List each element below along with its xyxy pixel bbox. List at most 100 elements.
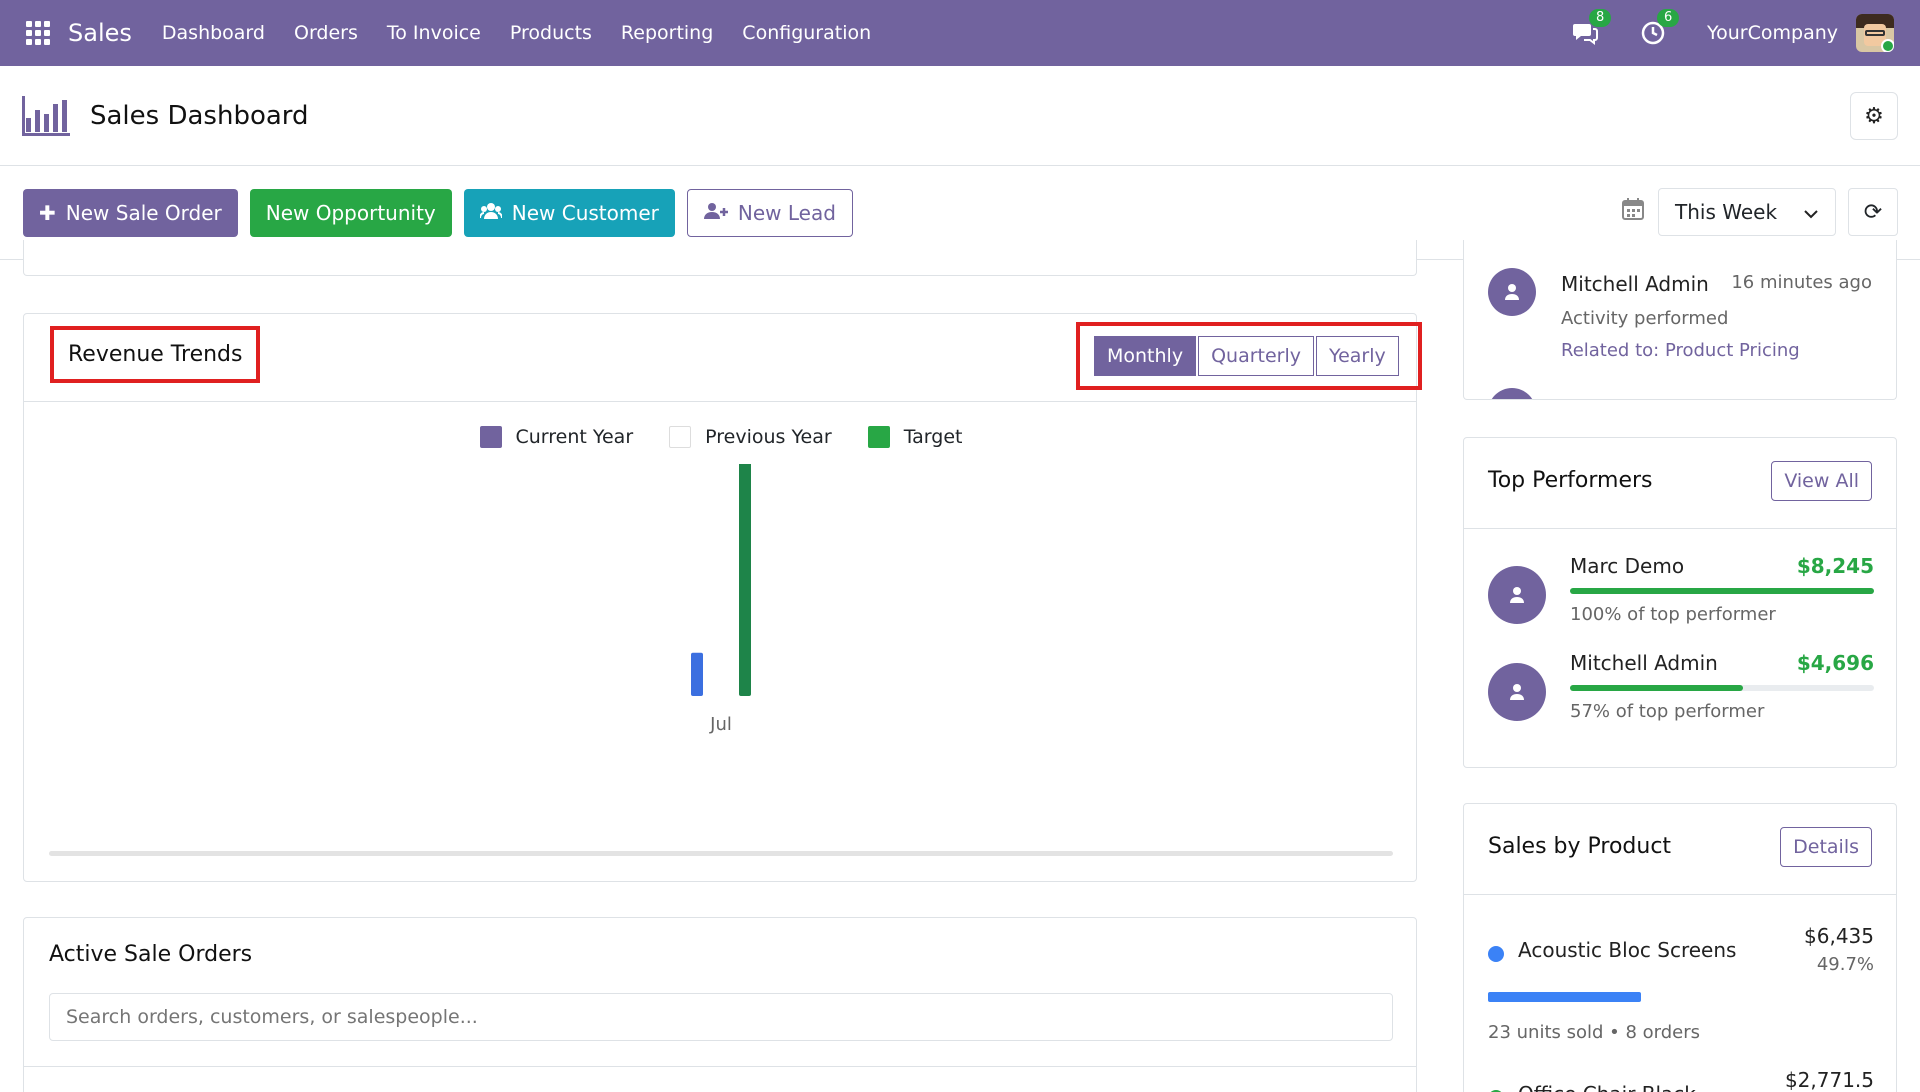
legend-swatch-previous (669, 426, 692, 448)
activities-badge: 6 (1657, 9, 1680, 27)
top-performers-card: Top Performers View All Marc Demo $8,245… (1463, 437, 1897, 768)
new-lead-label: New Lead (737, 200, 836, 225)
page-title: Sales Dashboard (90, 100, 309, 131)
activity-time: 16 minutes ago (1731, 272, 1872, 293)
app-name[interactable]: Sales (68, 19, 132, 47)
legend-label-target: Target (903, 426, 963, 448)
quarterly-button[interactable]: Quarterly (1198, 336, 1315, 376)
activities-clock-icon[interactable]: 6 (1639, 9, 1680, 47)
bar-target[interactable] (739, 464, 751, 696)
menu-to-invoice[interactable]: To Invoice (387, 22, 481, 44)
view-all-button[interactable]: View All (1771, 461, 1872, 501)
performer-progress (1570, 685, 1874, 691)
product-name: Office Chair Black (1518, 1082, 1696, 1092)
period-value: This Week (1675, 200, 1778, 224)
product-color-dot (1488, 946, 1504, 962)
new-customer-button[interactable]: New Customer (463, 188, 675, 237)
active-sale-orders-card: Active Sale Orders (23, 917, 1417, 1092)
top-performers-title: Top Performers (1488, 468, 1653, 493)
user-icon (1488, 566, 1546, 624)
period-toggle: Monthly Quarterly Yearly (1094, 336, 1404, 376)
monthly-button[interactable]: Monthly (1094, 336, 1197, 376)
top-performers-header: Top Performers View All (1464, 438, 1896, 529)
page-header: Sales Dashboard ⚙ (0, 66, 1920, 166)
menu-configuration[interactable]: Configuration (742, 22, 871, 44)
performer-name: Marc Demo (1570, 554, 1685, 578)
activity-related-link[interactable]: Related to: Product Pricing (1561, 340, 1800, 361)
revenue-trends-title: Revenue Trends (50, 326, 261, 383)
menu-dashboard[interactable]: Dashboard (162, 22, 265, 44)
legend-swatch-target (867, 426, 890, 448)
top-navbar: Sales Dashboard Orders To Invoice Produc… (0, 0, 1920, 66)
refresh-button[interactable]: ⟳ (1848, 188, 1898, 236)
plus-icon: ✚ (39, 200, 56, 225)
user-icon (1488, 268, 1536, 316)
user-icon (1488, 388, 1536, 399)
calendar-icon (1622, 198, 1644, 226)
activity-avatar (1488, 268, 1536, 316)
active-sale-orders-title: Active Sale Orders (49, 942, 253, 967)
menu-products[interactable]: Products (510, 22, 592, 44)
product-caption: 23 units sold • 8 orders (1488, 1022, 1701, 1043)
legend-previous-year[interactable]: Previous Year (669, 426, 832, 448)
chart-legend: Current Year Previous Year Target (24, 426, 1418, 448)
user-avatar[interactable] (1856, 14, 1894, 52)
legend-current-year[interactable]: Current Year (479, 426, 634, 448)
performer-row[interactable]: Mitchell Admin $4,696 57% of top perform… (1488, 651, 1874, 731)
performer-amount: $8,245 (1796, 554, 1874, 578)
sales-by-product-card: Sales by Product Details Acoustic Bloc S… (1463, 803, 1897, 1092)
period-toggle-highlight: Monthly Quarterly Yearly (1076, 322, 1422, 390)
performer-row[interactable]: Marc Demo $8,245 100% of top performer (1488, 554, 1874, 634)
chart-scrollbar[interactable] (49, 851, 1393, 856)
messages-icon[interactable]: 8 (1571, 9, 1612, 47)
product-percent: 49.7% (1816, 954, 1874, 975)
product-amount: $6,435 (1804, 924, 1874, 948)
performer-name: Mitchell Admin (1570, 651, 1718, 675)
users-icon (478, 201, 503, 225)
performer-progress (1570, 588, 1874, 594)
new-opportunity-button[interactable]: New Opportunity (249, 188, 452, 237)
performer-amount: $4,696 (1796, 651, 1874, 675)
messages-badge: 8 (1589, 9, 1612, 27)
online-status-icon (1881, 39, 1894, 52)
company-switcher[interactable]: YourCompany (1707, 22, 1838, 44)
new-lead-button[interactable]: New Lead (686, 188, 853, 237)
legend-label-current: Current Year (515, 426, 634, 448)
activity-next-avatar (1488, 388, 1536, 399)
sales-by-product-title: Sales by Product (1488, 834, 1672, 859)
refresh-icon: ⟳ (1863, 199, 1883, 225)
apps-grid-icon[interactable] (26, 21, 50, 45)
chevron-down-icon (1803, 200, 1819, 224)
orders-divider (24, 1066, 1416, 1067)
activity-user-name: Mitchell Admin (1561, 272, 1709, 296)
menu-reporting[interactable]: Reporting (621, 22, 713, 44)
product-amount: $2,771.5 (1784, 1068, 1874, 1092)
user-icon (1488, 663, 1546, 721)
revenue-trends-card: Revenue Trends Monthly Quarterly Yearly … (23, 313, 1422, 882)
recent-activity-card: Mitchell Admin 16 minutes ago Activity p… (1463, 240, 1897, 400)
bar-current-year[interactable] (691, 652, 703, 696)
performer-caption: 57% of top performer (1570, 701, 1765, 722)
settings-gear-icon[interactable]: ⚙ (1850, 92, 1898, 140)
legend-swatch-current (479, 426, 502, 448)
orders-search-input[interactable] (49, 993, 1393, 1041)
period-select[interactable]: This Week (1658, 188, 1836, 236)
new-opportunity-label: New Opportunity (265, 200, 436, 225)
legend-target[interactable]: Target (867, 426, 963, 448)
kpi-card-bottom (23, 240, 1417, 276)
legend-label-previous: Previous Year (705, 426, 832, 448)
new-sale-order-label: New Sale Order (65, 200, 222, 225)
user-plus-icon (703, 201, 728, 225)
bar-chart-icon (22, 95, 70, 136)
revenue-trends-header: Revenue Trends Monthly Quarterly Yearly (24, 314, 1422, 402)
new-customer-label: New Customer (511, 200, 659, 225)
new-sale-order-button[interactable]: ✚ New Sale Order (23, 188, 238, 237)
details-button[interactable]: Details (1780, 827, 1872, 867)
x-tick-label: Jul (709, 714, 732, 735)
revenue-chart: Jul (691, 464, 751, 735)
activity-description: Activity performed (1561, 308, 1729, 329)
product-name: Acoustic Bloc Screens (1518, 938, 1737, 962)
sales-by-product-header: Sales by Product Details (1464, 804, 1896, 895)
menu-orders[interactable]: Orders (294, 22, 358, 44)
yearly-button[interactable]: Yearly (1316, 336, 1399, 376)
